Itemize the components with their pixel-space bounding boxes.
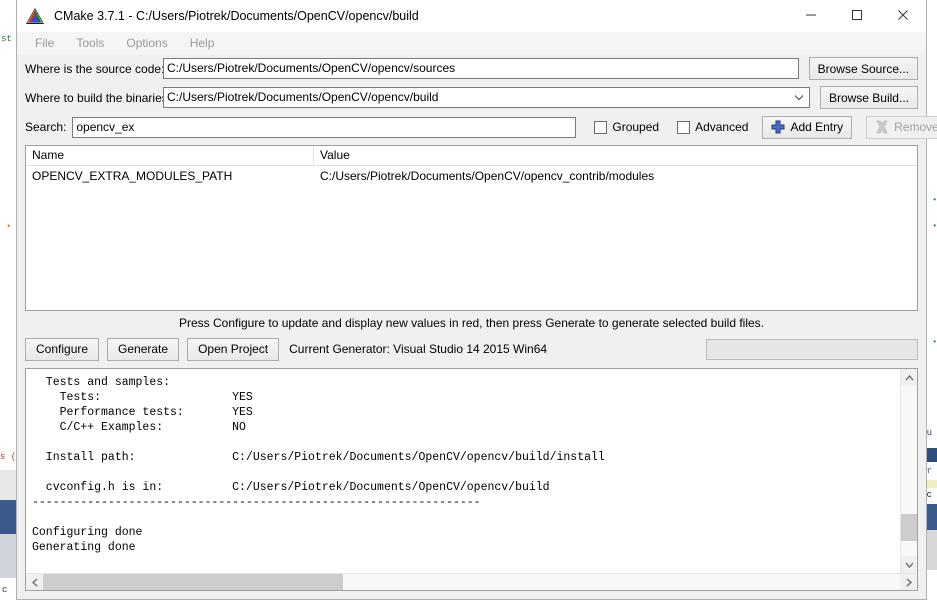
- background-text-fragment: •: [932, 338, 937, 347]
- browse-build-button[interactable]: Browse Build...: [819, 86, 918, 109]
- open-project-button[interactable]: Open Project: [187, 337, 280, 361]
- browse-source-button[interactable]: Browse Source...: [808, 57, 918, 80]
- grouped-checkbox[interactable]: Grouped: [594, 120, 659, 134]
- window-title: CMake 3.7.1 - C:/Users/Piotrek/Documents…: [54, 8, 419, 23]
- build-path-input[interactable]: C:/Users/Piotrek/Documents/OpenCV/opencv…: [163, 87, 810, 108]
- menu-item-options[interactable]: Options: [116, 34, 177, 52]
- log-vscroll-track[interactable]: [901, 386, 917, 556]
- background-text-fragment: •: [932, 196, 937, 205]
- close-button[interactable]: [880, 0, 926, 31]
- table-header-row: Name Value: [26, 146, 917, 166]
- add-entry-button[interactable]: Add Entry: [762, 115, 853, 139]
- cache-entry-value[interactable]: C:/Users/Piotrek/Documents/OpenCV/opencv…: [314, 169, 917, 183]
- menu-bar: File Tools Options Help: [17, 32, 926, 54]
- background-text-fragment: st: [1, 34, 12, 44]
- chevron-left-icon[interactable]: [26, 574, 43, 590]
- x-icon: [875, 120, 889, 134]
- source-path-row: Where is the source code: C:/Users/Piotr…: [25, 54, 918, 83]
- build-path-value: C:/Users/Piotrek/Documents/OpenCV/opencv…: [167, 90, 439, 104]
- generate-button[interactable]: Generate: [107, 337, 180, 361]
- background-window-fragment: [0, 470, 16, 500]
- log-output-text[interactable]: Tests and samples: Tests: YES Performanc…: [26, 369, 900, 573]
- menu-item-help[interactable]: Help: [180, 34, 225, 52]
- background-text-fragment: s (: [0, 452, 17, 462]
- log-hscroll-track[interactable]: [43, 574, 900, 590]
- grouped-checkbox-box[interactable]: [594, 120, 608, 134]
- source-path-label: Where is the source code:: [25, 61, 165, 76]
- background-text-fragment: •: [932, 222, 937, 231]
- background-window-fragment: [0, 534, 16, 578]
- search-input[interactable]: opencv_ex: [72, 116, 577, 138]
- search-label: Search:: [25, 120, 67, 134]
- progress-bar: [706, 338, 918, 360]
- log-output-panel: Tests and samples: Tests: YES Performanc…: [25, 368, 918, 591]
- chevron-up-icon[interactable]: [901, 369, 917, 386]
- current-generator-label: Current Generator: Visual Studio 14 2015…: [289, 342, 548, 356]
- plus-icon: [771, 120, 785, 134]
- build-path-row: Where to build the binaries: C:/Users/Pi…: [25, 83, 918, 112]
- chevron-down-icon[interactable]: [901, 556, 917, 573]
- advanced-checkbox-label: Advanced: [695, 120, 749, 134]
- configure-button[interactable]: Configure: [25, 337, 100, 361]
- grouped-checkbox-label: Grouped: [612, 120, 660, 134]
- log-vscroll-thumb[interactable]: [901, 513, 917, 541]
- add-entry-label: Add Entry: [790, 120, 844, 134]
- log-main: Tests and samples: Tests: YES Performanc…: [26, 369, 917, 573]
- build-path-label: Where to build the binaries:: [25, 90, 172, 105]
- log-hscroll-thumb[interactable]: [43, 574, 343, 590]
- window-controls: [788, 0, 926, 32]
- minimize-button[interactable]: [788, 0, 834, 31]
- source-path-input[interactable]: C:/Users/Piotrek/Documents/OpenCV/opencv…: [163, 58, 799, 79]
- column-header-value[interactable]: Value: [314, 146, 917, 165]
- log-horizontal-scrollbar[interactable]: [26, 573, 917, 590]
- cmake-triangle-icon: [25, 6, 45, 26]
- title-bar: CMake 3.7.1 - C:/Users/Piotrek/Documents…: [17, 0, 926, 32]
- chevron-down-icon[interactable]: [791, 88, 807, 107]
- hint-text: Press Configure to update and display ne…: [178, 316, 765, 330]
- remove-entry-label: Remove Entry: [894, 120, 937, 134]
- background-text-fragment: c: [2, 585, 8, 595]
- search-row: Search: opencv_ex Grouped Advanced Add E…: [25, 112, 937, 142]
- chevron-right-icon[interactable]: [900, 574, 917, 590]
- cache-entry-name[interactable]: OPENCV_EXTRA_MODULES_PATH: [26, 169, 314, 183]
- cache-entries-table[interactable]: Name Value OPENCV_EXTRA_MODULES_PATH C:/…: [25, 145, 918, 311]
- advanced-checkbox-box[interactable]: [677, 120, 691, 134]
- menu-item-tools[interactable]: Tools: [66, 34, 114, 52]
- menu-item-file[interactable]: File: [25, 34, 64, 52]
- maximize-button[interactable]: [834, 0, 880, 31]
- window-content: Where is the source code: C:/Users/Piotr…: [17, 54, 937, 599]
- cmake-gui-window: CMake 3.7.1 - C:/Users/Piotrek/Documents…: [16, 0, 937, 600]
- table-row[interactable]: OPENCV_EXTRA_MODULES_PATH C:/Users/Piotr…: [26, 166, 917, 185]
- column-header-name[interactable]: Name: [26, 146, 314, 165]
- background-window-fragment: [0, 500, 16, 534]
- advanced-checkbox[interactable]: Advanced: [677, 120, 748, 134]
- action-row: Configure Generate Open Project Current …: [25, 335, 918, 363]
- background-text-fragment: •: [6, 222, 12, 232]
- log-vertical-scrollbar[interactable]: [900, 369, 917, 573]
- remove-entry-button[interactable]: Remove Entry: [866, 115, 937, 139]
